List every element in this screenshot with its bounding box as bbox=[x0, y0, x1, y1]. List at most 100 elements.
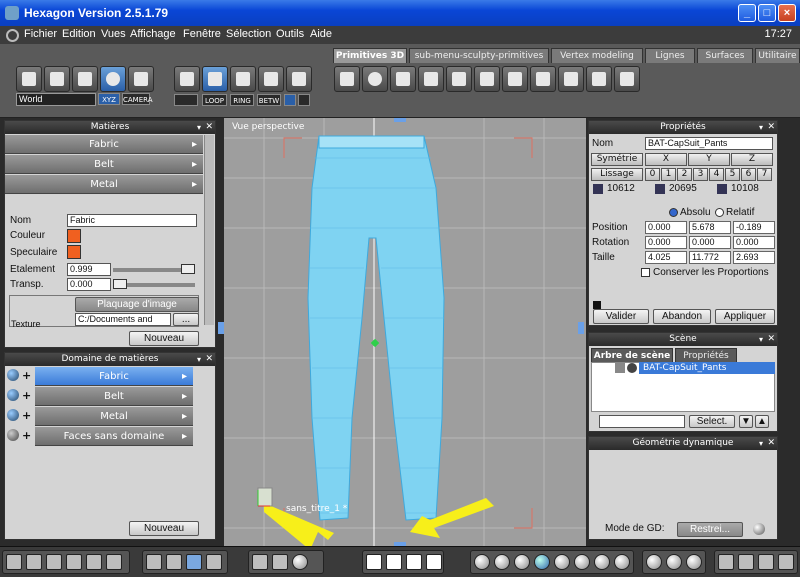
add-icon[interactable]: + bbox=[22, 369, 31, 382]
gd-mode-select[interactable]: Restrei... bbox=[677, 522, 743, 537]
tab-primitives-3d[interactable]: Primitives 3D bbox=[333, 48, 407, 63]
position-y-field[interactable]: 5.678 bbox=[689, 221, 731, 234]
relatif-radio[interactable] bbox=[715, 208, 724, 217]
ring-button[interactable]: RING bbox=[230, 94, 254, 106]
cube-auto-icon[interactable] bbox=[286, 66, 312, 92]
domain-row-belt[interactable]: Belt ▸ bbox=[35, 387, 193, 406]
world-select[interactable]: World bbox=[16, 93, 96, 106]
wedge-primitive-icon[interactable] bbox=[558, 66, 584, 92]
domain-visibility-icon[interactable] bbox=[7, 429, 19, 441]
shrink-select-icon[interactable] bbox=[298, 94, 310, 106]
texture-path-field[interactable]: C:/Documents and bbox=[75, 313, 171, 326]
add-icon[interactable]: + bbox=[22, 409, 31, 422]
symetrie-button[interactable]: Symétrie bbox=[591, 153, 643, 166]
move-tool-icon[interactable] bbox=[366, 554, 382, 570]
scale-tool-icon[interactable] bbox=[406, 554, 422, 570]
smooth-shading-icon[interactable] bbox=[514, 554, 530, 570]
layout-5-icon[interactable] bbox=[86, 554, 102, 570]
move-icon[interactable] bbox=[72, 66, 98, 92]
betw-button[interactable]: BETW bbox=[257, 94, 281, 106]
light-shading-icon[interactable] bbox=[594, 554, 610, 570]
left-panel-grip[interactable] bbox=[218, 322, 224, 334]
lissage-button[interactable]: Lissage bbox=[591, 168, 643, 181]
rotation-y-field[interactable]: 0.000 bbox=[689, 236, 731, 249]
conserver-checkbox[interactable] bbox=[641, 268, 650, 277]
snap-view-icon[interactable] bbox=[206, 554, 222, 570]
menu-vues[interactable]: Vues bbox=[101, 28, 126, 40]
viewport-canvas[interactable] bbox=[224, 118, 586, 546]
mapping-select[interactable]: Plaquage d'image bbox=[75, 297, 199, 312]
materials-scrollbar[interactable] bbox=[204, 135, 214, 325]
new-domain-button[interactable]: Nouveau bbox=[129, 521, 199, 536]
light-icon[interactable] bbox=[646, 554, 662, 570]
material-name-field[interactable]: Fabric bbox=[67, 214, 197, 227]
menu-fichier[interactable]: Fichier bbox=[24, 28, 57, 40]
camera-button[interactable]: CAMERA bbox=[122, 93, 153, 105]
appliquer-button[interactable]: Appliquer bbox=[715, 309, 775, 324]
menu-affichage[interactable]: Affichage bbox=[130, 28, 176, 40]
lasso-icon[interactable] bbox=[44, 66, 70, 92]
grid-primitive-icon[interactable] bbox=[418, 66, 444, 92]
render-icon[interactable] bbox=[686, 554, 702, 570]
cone-primitive-icon[interactable] bbox=[474, 66, 500, 92]
close-icon[interactable]: ✕ bbox=[205, 353, 213, 366]
cube-edge-icon[interactable] bbox=[202, 66, 228, 92]
text-primitive-icon[interactable] bbox=[614, 66, 640, 92]
zoom-fit-icon[interactable] bbox=[252, 554, 268, 570]
tab-scene-properties[interactable]: Propriétés bbox=[675, 348, 737, 363]
sym-z-button[interactable]: Z bbox=[731, 153, 773, 166]
menu-selection[interactable]: Sélection bbox=[226, 28, 271, 40]
sphere-primitive-icon[interactable] bbox=[362, 66, 388, 92]
smooth-level-1[interactable]: 1 bbox=[661, 168, 676, 181]
ghost-icon[interactable] bbox=[128, 66, 154, 92]
size-x-field[interactable]: 4.025 bbox=[645, 251, 687, 264]
ruler-icon[interactable] bbox=[718, 554, 734, 570]
quad-view-icon[interactable] bbox=[186, 554, 202, 570]
texture-shading-icon[interactable] bbox=[554, 554, 570, 570]
close-button[interactable]: × bbox=[778, 4, 796, 22]
ao-shading-icon[interactable] bbox=[614, 554, 630, 570]
wireframe-shading-icon[interactable] bbox=[474, 554, 490, 570]
smooth-wire-shading-icon[interactable] bbox=[534, 554, 550, 570]
domain-row-metal[interactable]: Metal ▸ bbox=[35, 407, 193, 426]
position-x-field[interactable]: 0.000 bbox=[645, 221, 687, 234]
material-row-metal[interactable]: Metal ▸ bbox=[5, 175, 203, 194]
polyhedron-primitive-icon[interactable] bbox=[586, 66, 612, 92]
scene-item-pants[interactable]: BAT-CapSuit_Pants bbox=[639, 362, 775, 374]
zoom-icon[interactable] bbox=[272, 554, 288, 570]
menu-fenetre[interactable]: Fenêtre bbox=[183, 28, 221, 40]
diamond-primitive-icon[interactable] bbox=[530, 66, 556, 92]
size-z-field[interactable]: 2.693 bbox=[733, 251, 775, 264]
close-icon[interactable]: ✕ bbox=[767, 333, 775, 346]
orbit-view-icon[interactable] bbox=[292, 554, 308, 570]
add-icon[interactable]: + bbox=[22, 429, 31, 442]
etalement-slider-thumb[interactable] bbox=[181, 264, 195, 274]
smooth-level-6[interactable]: 6 bbox=[741, 168, 756, 181]
eye-icon[interactable] bbox=[627, 363, 637, 373]
lock-icon[interactable] bbox=[615, 363, 625, 373]
tab-utilitaire[interactable]: Utilitaire bbox=[755, 48, 800, 63]
3d-viewport[interactable]: Vue perspective sans_titre_1 * bbox=[224, 118, 586, 546]
material-row-fabric[interactable]: Fabric ▸ bbox=[5, 135, 203, 154]
layout-6-icon[interactable] bbox=[106, 554, 122, 570]
close-icon[interactable]: ✕ bbox=[205, 121, 213, 134]
abandon-button[interactable]: Abandon bbox=[653, 309, 711, 324]
expander-icon[interactable] bbox=[593, 301, 601, 309]
domain-row-faces[interactable]: Faces sans domaine ▸ bbox=[35, 427, 193, 446]
cube-primitive-icon[interactable] bbox=[334, 66, 360, 92]
color-swatch[interactable] bbox=[67, 229, 81, 243]
add-icon[interactable]: + bbox=[22, 389, 31, 402]
smooth-level-2[interactable]: 2 bbox=[677, 168, 692, 181]
smooth-level-3[interactable]: 3 bbox=[693, 168, 708, 181]
object-name-field[interactable]: BAT-CapSuit_Pants bbox=[645, 137, 773, 150]
right-panel-grip[interactable] bbox=[578, 322, 584, 334]
scroll-up-icon[interactable]: ▲ bbox=[755, 415, 769, 428]
smooth-level-0[interactable]: 0 bbox=[645, 168, 660, 181]
domain-visibility-icon[interactable] bbox=[7, 409, 19, 421]
camera-view-icon[interactable] bbox=[166, 554, 182, 570]
select-arrow-icon[interactable] bbox=[16, 66, 42, 92]
orbit-icon[interactable] bbox=[100, 66, 126, 92]
tab-vertex-modeling[interactable]: Vertex modeling bbox=[551, 48, 643, 63]
menu-edition[interactable]: Edition bbox=[62, 28, 96, 40]
transp-field[interactable]: 0.000 bbox=[67, 278, 111, 291]
